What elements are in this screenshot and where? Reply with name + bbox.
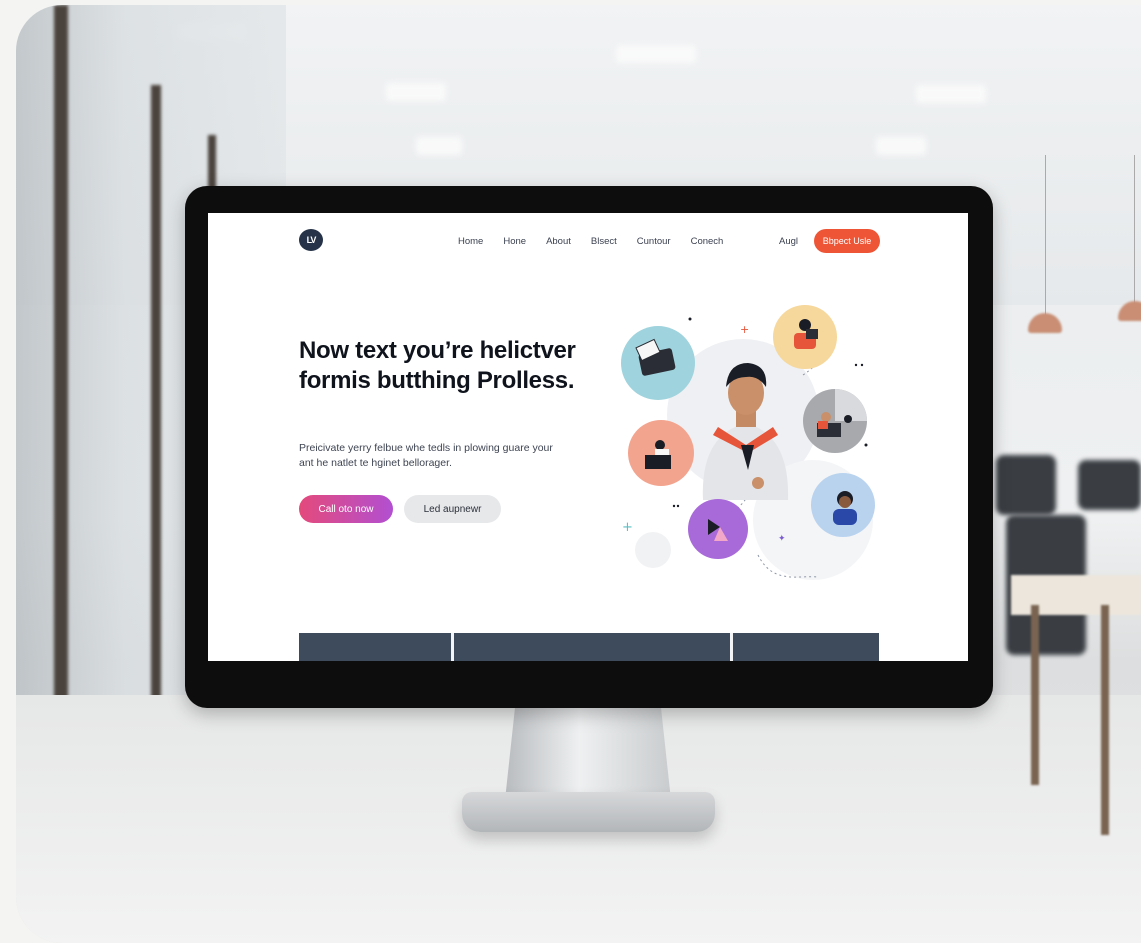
content-preview-strip xyxy=(299,633,879,661)
sparkle-icon: ✦ xyxy=(778,534,786,544)
nav-link[interactable]: About xyxy=(546,236,571,247)
laptop-user-head-icon xyxy=(655,440,665,450)
nav-links: Home Hone About Blsect Cuntour Conech xyxy=(458,236,743,247)
nav-link[interactable]: Home xyxy=(458,236,483,247)
hero-title: Now text you’re helictver formis butthin… xyxy=(299,337,576,394)
ceiling-light xyxy=(616,45,696,63)
secondary-cta-button[interactable]: Led aupnewr xyxy=(404,495,501,523)
person-hand xyxy=(752,477,764,489)
primary-cta-button[interactable]: Call oto now xyxy=(299,495,393,523)
nav-link[interactable]: Conech xyxy=(691,236,724,247)
worker-body-icon xyxy=(818,421,828,429)
window-frame xyxy=(151,85,161,725)
ceiling-light xyxy=(416,137,462,155)
hero-illustration: + + ✦ xyxy=(608,295,898,585)
nav-link[interactable]: Cuntour xyxy=(637,236,671,247)
decor-circle xyxy=(635,532,671,568)
window-frame xyxy=(54,5,68,805)
laptop-icon xyxy=(645,455,671,469)
nav-secondary-link[interactable]: Augl xyxy=(779,236,798,247)
reader-laptop-icon xyxy=(806,329,818,339)
hero-subtitle: Preicivate yerry felbue whe tedls in plo… xyxy=(299,442,553,469)
office-chair xyxy=(996,455,1056,515)
nav-cta-button[interactable]: Bbpect Usle xyxy=(814,229,880,253)
monitor-screen: LV Home Hone About Blsect Cuntour Conech… xyxy=(208,213,968,661)
sparkle-icon: + xyxy=(622,520,633,535)
ceiling-light xyxy=(876,137,926,155)
profile-body-icon xyxy=(833,509,857,525)
website-nav: LV Home Hone About Blsect Cuntour Conech… xyxy=(208,213,968,271)
monitor-base xyxy=(462,792,715,832)
monitor-stand xyxy=(505,708,671,800)
ceiling-light xyxy=(386,83,446,101)
nav-link[interactable]: Hone xyxy=(503,236,526,247)
nav-link[interactable]: Blsect xyxy=(591,236,617,247)
office-monitor xyxy=(1078,460,1141,510)
pendant-lamp xyxy=(1028,313,1062,333)
sparkle-icon: + xyxy=(740,323,749,336)
illustration-svg: + + ✦ xyxy=(621,305,875,580)
bubble-play xyxy=(688,499,748,559)
worker-head-icon xyxy=(821,412,831,422)
brand-logo[interactable]: LV xyxy=(299,229,323,251)
monitor: LV Home Hone About Blsect Cuntour Conech… xyxy=(185,186,993,708)
ceiling-light xyxy=(916,85,986,103)
